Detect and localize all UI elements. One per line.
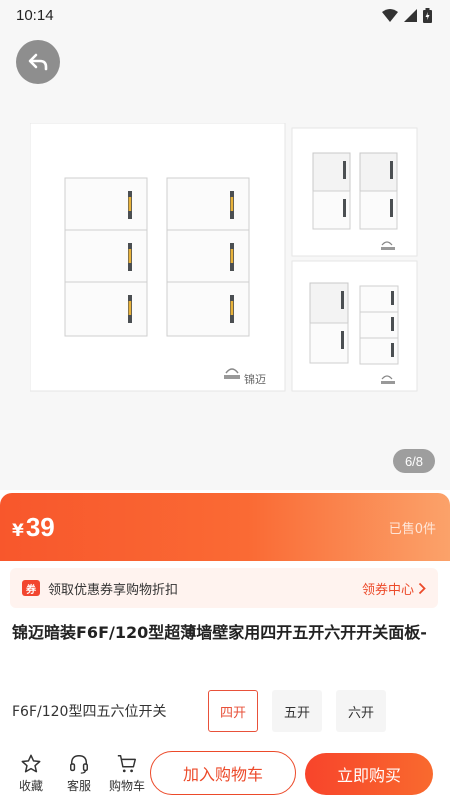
- image-page-indicator: 6/8: [393, 449, 435, 473]
- bottom-action-bar: 收藏 客服 购物车 加入购物车 立即购买: [0, 746, 450, 800]
- brand-logo-text: 锦迈: [244, 372, 266, 386]
- spec-option-6[interactable]: 六开: [336, 690, 386, 732]
- coupon-center-label: 领券中心: [361, 582, 414, 598]
- wifi-icon: [382, 8, 398, 22]
- coupon-center-link[interactable]: 领券中心: [362, 579, 426, 598]
- sold-count: 已售0件: [388, 521, 436, 537]
- buy-now-button[interactable]: 立即购买: [305, 753, 433, 795]
- coupon-text: 领取优惠券享购物折扣: [48, 582, 179, 598]
- customer-service-label: 客服: [66, 778, 91, 793]
- price: ¥ 39: [12, 512, 55, 543]
- product-title: 锦迈暗装F6F/120型超薄墙壁家用四开五开六开开关面板-: [12, 623, 427, 642]
- status-bar: 10:14: [0, 0, 450, 30]
- coupon-banner[interactable]: 券 领取优惠券享购物折扣 领券中心: [10, 568, 438, 608]
- price-value: 39: [25, 511, 55, 542]
- star-icon: [21, 754, 41, 772]
- spec-label: F6F/120型四五六位开关: [12, 704, 167, 720]
- customer-service-button[interactable]: 客服: [56, 753, 102, 794]
- favorite-label: 收藏: [18, 778, 43, 793]
- chevron-right-icon: [418, 582, 426, 594]
- status-icons: [382, 7, 432, 23]
- spec-selector: F6F/120型四五六位开关 四开 五开 六开: [12, 688, 442, 734]
- cart-button[interactable]: 购物车: [104, 753, 150, 794]
- cart-label: 购物车: [108, 778, 145, 793]
- product-gallery[interactable]: 锦迈 6/8: [0, 0, 450, 490]
- battery-icon: [423, 7, 432, 23]
- product-image: 锦迈: [30, 123, 418, 392]
- cart-icon: [117, 754, 136, 772]
- back-button[interactable]: [16, 40, 60, 84]
- coupon-icon: 券: [22, 580, 40, 596]
- back-arrow-icon: [28, 53, 48, 71]
- currency-symbol: ¥: [12, 520, 24, 541]
- coupon-info: 券 领取优惠券享购物折扣: [22, 579, 178, 598]
- favorite-button[interactable]: 收藏: [8, 753, 54, 794]
- add-to-cart-button[interactable]: 加入购物车: [150, 751, 296, 795]
- signal-icon: [404, 8, 417, 22]
- headset-icon: [70, 754, 88, 774]
- status-time: 10:14: [16, 6, 54, 24]
- product-detail-screen: 锦迈 6/8 10:14 ¥ 39 已售0件 券 领取优惠券享购物折扣 领券中心…: [0, 0, 450, 800]
- spec-option-4[interactable]: 四开: [208, 690, 258, 732]
- spec-option-5[interactable]: 五开: [272, 690, 322, 732]
- price-bar: ¥ 39 已售0件: [0, 493, 450, 561]
